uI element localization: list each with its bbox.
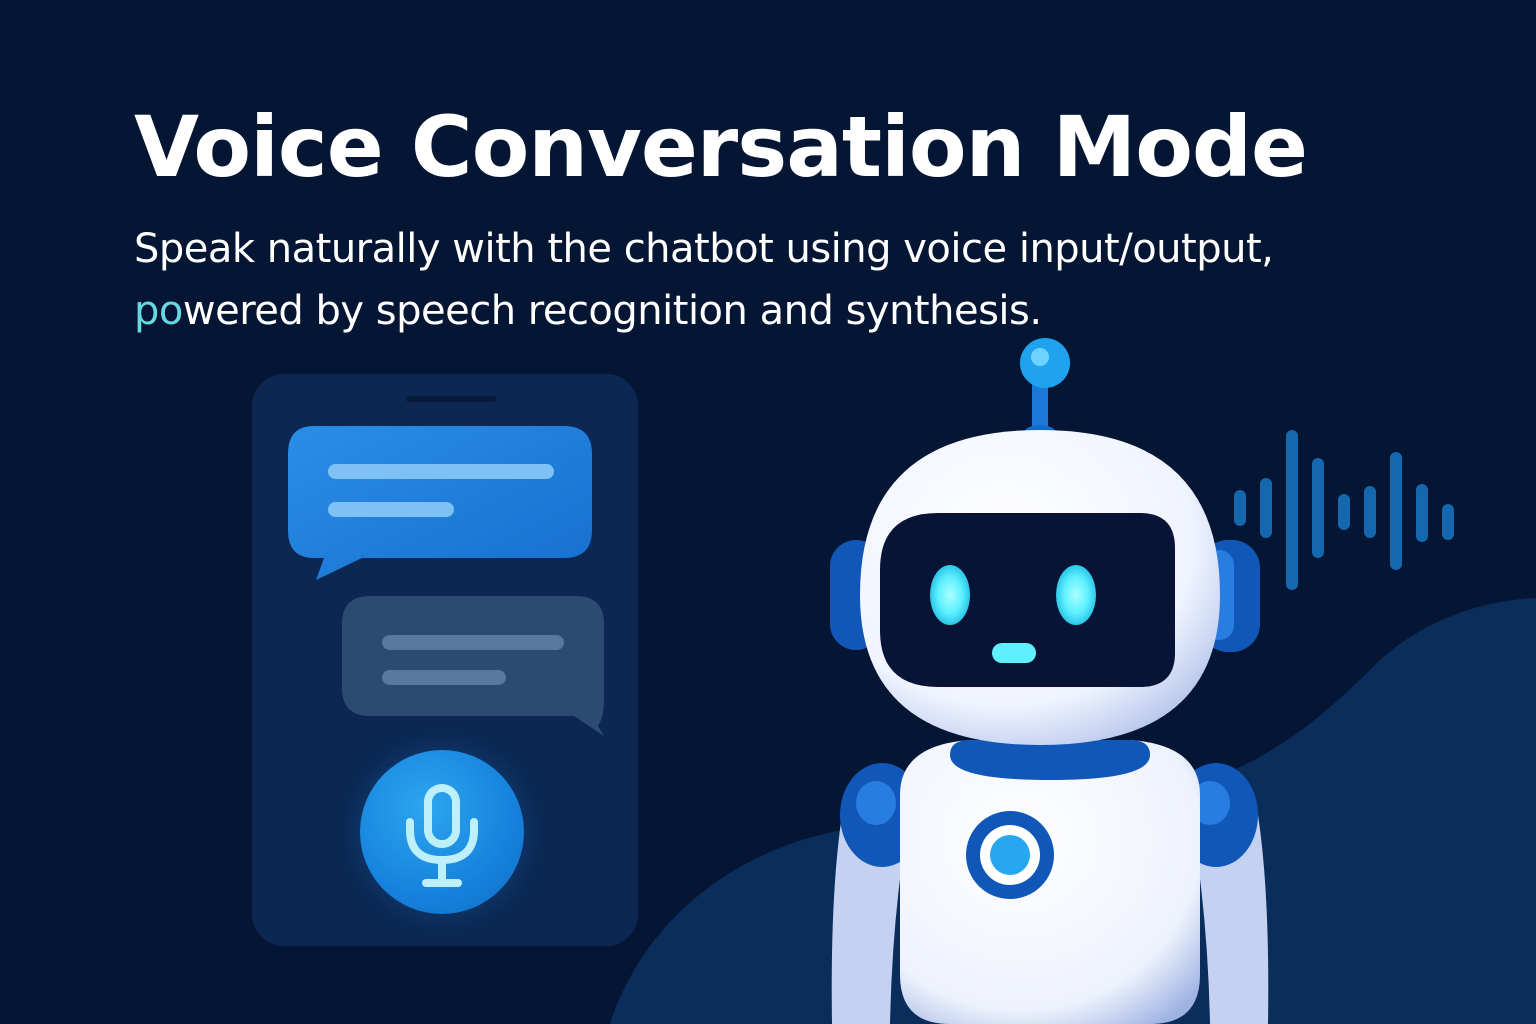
subtitle-line-2: powered by speech recognition and synthe… (134, 280, 1434, 342)
page-subtitle: Speak naturally with the chatbot using v… (134, 218, 1434, 342)
robot-eye-right (1056, 565, 1096, 625)
robot-illustration (830, 338, 1269, 1024)
chat-bubble-user (288, 426, 592, 580)
subtitle-accent-text: po (134, 288, 183, 334)
robot-eye-left (930, 565, 970, 625)
message-line (382, 635, 564, 650)
subtitle-rest-text: wered by speech recognition and synthesi… (182, 288, 1042, 334)
phone-mockup (252, 374, 638, 946)
message-line (382, 670, 506, 685)
subtitle-line-1: Speak naturally with the chatbot using v… (134, 226, 1274, 272)
robot-head (860, 430, 1220, 745)
message-line (328, 502, 454, 517)
sound-wave-icon (1234, 430, 1454, 590)
message-line (328, 464, 554, 479)
page-title: Voice Conversation Mode (134, 98, 1308, 196)
robot-body (900, 740, 1200, 1024)
chat-bubble-bot (342, 596, 604, 736)
robot-mouth (992, 643, 1036, 663)
microphone-icon (406, 784, 478, 887)
robot-antenna (1020, 338, 1070, 445)
microphone-button[interactable] (360, 750, 524, 914)
